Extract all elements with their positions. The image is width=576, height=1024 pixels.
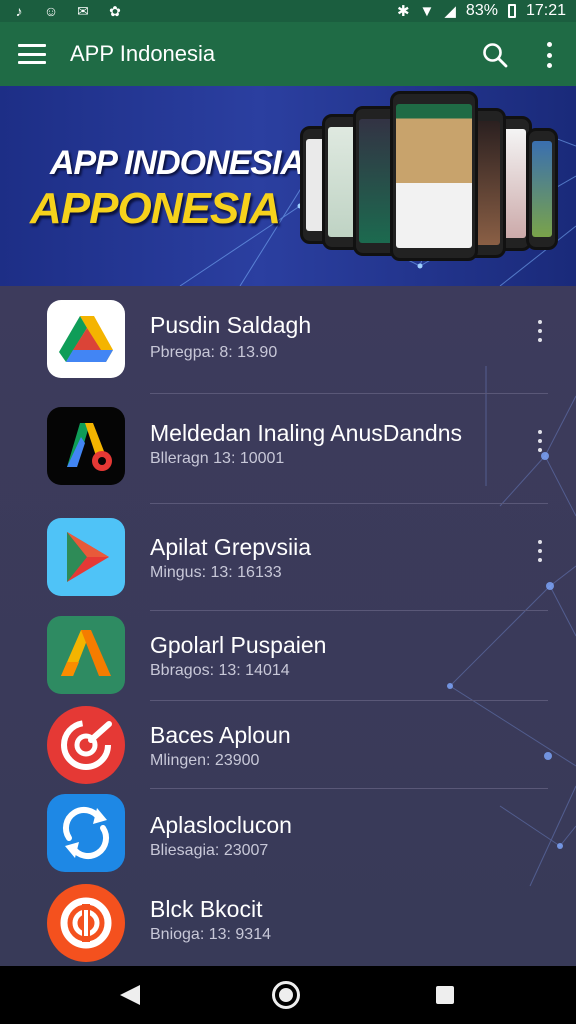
app-bar: APP Indonesia	[0, 22, 576, 86]
app-name: Pusdin Saldagh	[150, 312, 312, 338]
battery-level: 83%	[465, 2, 498, 19]
notification-icon-3: ✉	[77, 3, 89, 19]
app-meta: Bliesagia: 23007	[150, 842, 269, 859]
more-vert-icon[interactable]	[535, 320, 545, 342]
page-title: APP Indonesia	[70, 41, 216, 66]
list-item[interactable]: Gpolarl Puspaien Bbragos: 13: 14014	[0, 612, 576, 712]
list-item[interactable]: Aplasloclucon Bliesagia: 23007	[0, 792, 576, 892]
app-meta: Bnioga: 13: 9314	[150, 926, 271, 943]
phone-image	[390, 91, 478, 261]
banner-subtitle: APPONESIA	[30, 184, 281, 233]
wifi-icon: ▼	[419, 2, 435, 20]
battery-icon	[507, 4, 516, 18]
list-item[interactable]: Meldedan Inaling AnusDandns Blleragn 13:…	[0, 394, 576, 494]
search-icon[interactable]	[482, 42, 508, 68]
clock: 17:21	[525, 2, 566, 19]
more-vert-icon[interactable]	[540, 42, 558, 68]
list-item[interactable]: Pusdin Saldagh Pbregpa: 8: 13.90	[0, 286, 576, 386]
a-logo-icon	[47, 616, 125, 694]
more-vert-icon[interactable]	[535, 430, 545, 452]
divider	[150, 700, 548, 701]
app-meta: Pbregpa: 8: 13.90	[150, 344, 278, 361]
list-item[interactable]: Baces Aploun Mlingen: 23900	[0, 702, 576, 802]
back-icon[interactable]	[118, 984, 142, 1006]
notification-icons: ♪ ☺ ✉ ✿	[10, 3, 124, 19]
app-name: Blck Bkocit	[150, 896, 263, 922]
status-bar: ♪ ☺ ✉ ✿ ✱ ▼ ◢ 83% 17:21	[0, 0, 576, 22]
signal-icon: ◢	[444, 3, 456, 20]
app-name: Baces Aploun	[150, 722, 291, 748]
list-item[interactable]: Apilat Grepvsiia Mingus: 13: 16133	[0, 504, 576, 604]
phone-image	[526, 128, 558, 250]
lock-ring-icon	[47, 884, 125, 962]
app-name: Meldedan Inaling AnusDandns	[150, 420, 463, 446]
divider	[150, 788, 548, 789]
home-icon[interactable]	[272, 981, 300, 1009]
app-meta: Bbragos: 13: 14014	[150, 662, 290, 679]
app-meta: Blleragn 13: 10001	[150, 450, 285, 467]
play-icon	[47, 518, 125, 596]
sync-icon	[47, 794, 125, 872]
ads-like-icon	[47, 407, 125, 485]
app-list: Pusdin Saldagh Pbregpa: 8: 13.90 Meldeda…	[0, 286, 576, 966]
app-name: Aplasloclucon	[150, 812, 292, 838]
app-meta: Mingus: 13: 16133	[150, 564, 282, 581]
notification-icon-1: ♪	[15, 3, 23, 19]
more-vert-icon[interactable]	[535, 540, 545, 562]
recents-icon[interactable]	[436, 986, 454, 1004]
promo-banner[interactable]: APP INDONESIA APPONESIA	[0, 86, 576, 286]
divider	[150, 610, 548, 611]
status-right: ✱ ▼ ◢ 83% 17:21	[397, 2, 566, 20]
list-item[interactable]: Blck Bkocit Bnioga: 13: 9314	[0, 880, 576, 966]
app-name: Apilat Grepvsiia	[150, 534, 312, 560]
bluetooth-icon: ✱	[396, 3, 410, 20]
notification-icon-4: ✿	[109, 3, 121, 19]
drive-like-icon	[47, 300, 125, 378]
banner-title: APP INDONESIA	[50, 144, 305, 182]
notification-icon-2: ☺	[43, 3, 59, 19]
target-icon	[47, 706, 125, 784]
menu-icon[interactable]	[18, 44, 46, 64]
app-name: Gpolarl Puspaien	[150, 632, 327, 658]
system-nav-bar	[0, 966, 576, 1024]
app-meta: Mlingen: 23900	[150, 752, 260, 769]
